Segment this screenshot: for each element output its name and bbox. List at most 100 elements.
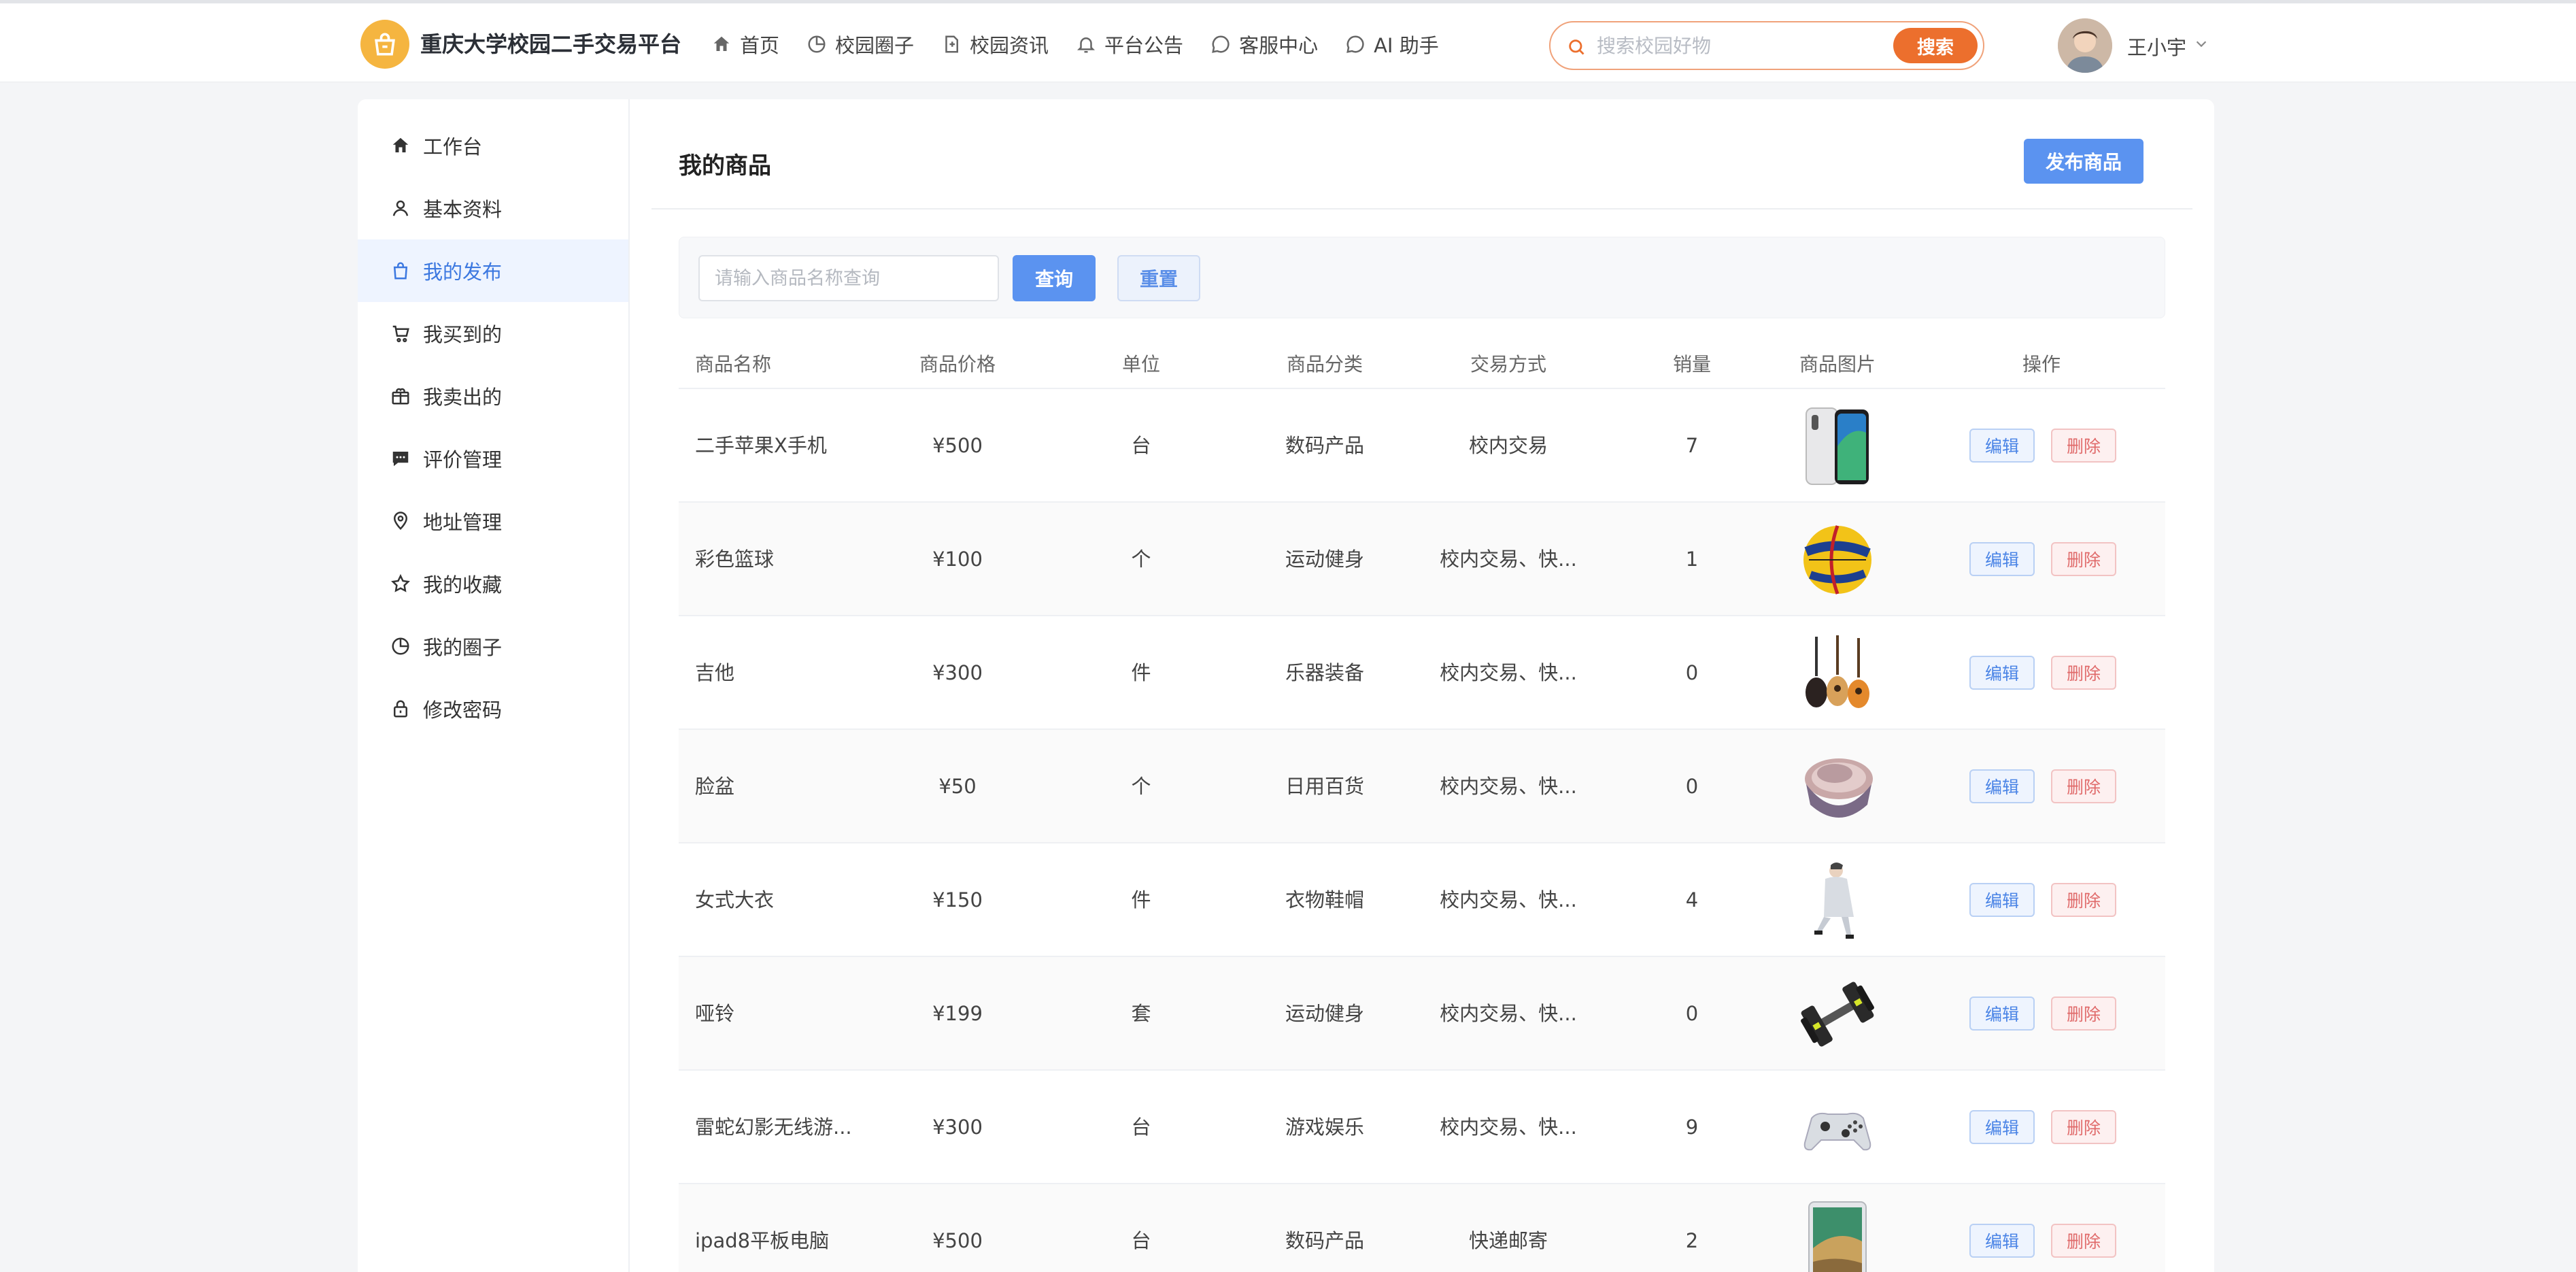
sales-count-cell: 9 [1685,1116,1699,1139]
sales-count-cell: 7 [1685,434,1699,457]
search-button[interactable]: 搜索 [1893,28,1978,63]
product-name-cell: 脸盆 [695,775,735,798]
bell-icon [1077,37,1096,53]
user-name[interactable]: 王小宇 [2127,32,2186,61]
sidebar-item-address[interactable]: 地址管理 [358,490,628,552]
edit-button[interactable]: 编辑 [1969,1110,2035,1144]
column-header-trade-method: 交易方式 [1470,353,1546,375]
table-row: 女式大衣 ¥150 件 衣物鞋帽 校内交易、快... 4 编辑 删除 [679,843,2165,957]
edit-button[interactable]: 编辑 [1969,883,2035,917]
table-row: 哑铃 ¥199 套 运动健身 校内交易、快... 0 编辑 删除 [679,957,2165,1071]
delete-button[interactable]: 删除 [2051,769,2116,803]
page-title: 我的商品 [679,152,771,180]
avatar[interactable] [2058,18,2112,73]
column-header-name: 商品名称 [695,353,772,375]
delete-button[interactable]: 删除 [2051,997,2116,1031]
sidebar-item-bought[interactable]: 我买到的 [358,302,628,365]
product-name-cell: 吉他 [695,661,735,684]
sidebar-item-label: 我的发布 [423,261,503,284]
sidebar-item-reviews[interactable]: 评价管理 [358,427,628,490]
iphone-image[interactable] [1797,405,1878,487]
sales-count-cell: 0 [1685,775,1699,798]
sales-count-cell: 0 [1685,1002,1699,1025]
chevron-down-icon[interactable] [2194,36,2209,51]
product-unit-cell: 台 [1131,1116,1151,1139]
filter-bar: 查询 重置 [679,237,2165,318]
delete-button[interactable]: 删除 [2051,1110,2116,1144]
nav-item-ai-assistant[interactable]: AI 助手 [1345,28,1439,61]
delete-button[interactable]: 删除 [2051,542,2116,576]
trade-method-cell: 校内交易 [1468,434,1548,457]
delete-button[interactable]: 删除 [2051,883,2116,917]
column-header-price: 商品价格 [919,353,996,375]
sidebar-item-favorites[interactable]: 我的收藏 [358,552,628,615]
product-category-cell: 游戏娱乐 [1285,1116,1364,1139]
sidebar-item-my-posts[interactable]: 我的发布 [358,239,628,302]
edit-button[interactable]: 编辑 [1969,656,2035,690]
edit-button[interactable]: 编辑 [1969,429,2035,463]
sidebar-item-dashboard[interactable]: 工作台 [358,114,628,177]
dumbbell-image[interactable] [1797,973,1878,1055]
sidebar-item-sold[interactable]: 我卖出的 [358,365,628,427]
product-unit-cell: 个 [1131,775,1151,798]
column-header-image: 商品图片 [1799,353,1876,375]
ipad-image[interactable] [1797,1201,1878,1272]
chat-bubble-icon [1346,35,1364,53]
table-row: 彩色篮球 ¥100 个 运动健身 校内交易、快... 1 编辑 删除 [679,503,2165,616]
guitar-image[interactable] [1797,633,1878,714]
nav-item-circle[interactable]: 校园圈子 [807,28,914,61]
column-header-category: 商品分类 [1286,353,1363,375]
nav-item-announcement[interactable]: 平台公告 [1076,28,1183,61]
product-price-cell: ¥500 [932,434,983,457]
sidebar: 工作台 基本资料 我的发布 我买到的 我卖出的 评价管理 地址管理 我的收藏 我… [358,99,630,1272]
edit-button[interactable]: 编辑 [1969,542,2035,576]
edit-button[interactable]: 编辑 [1969,1224,2035,1258]
gamepad-image[interactable] [1797,1087,1878,1169]
sidebar-item-change-password[interactable]: 修改密码 [358,677,628,740]
user-icon [392,200,409,216]
basketball-image[interactable] [1797,519,1878,601]
nav-item-label: 首页 [740,34,780,57]
search-input[interactable] [1597,31,1869,61]
sidebar-item-profile[interactable]: 基本资料 [358,177,628,239]
product-unit-cell: 台 [1131,434,1151,457]
edit-button[interactable]: 编辑 [1969,769,2035,803]
shopping-bag-icon [393,262,408,280]
reset-button[interactable]: 重置 [1117,255,1200,301]
product-price-cell: ¥300 [932,661,983,684]
product-unit-cell: 件 [1131,888,1151,911]
product-price-cell: ¥500 [932,1229,983,1252]
nav-item-home[interactable]: 首页 [711,28,779,61]
nav-item-news[interactable]: 校园资讯 [941,28,1049,61]
cart-icon [392,325,409,343]
delete-button[interactable]: 删除 [2051,1224,2116,1258]
trade-method-cell: 校内交易、快... [1440,1002,1577,1025]
table-header: 商品名称 商品价格 单位 商品分类 交易方式 销量 商品图片 操作 [679,340,2165,389]
gift-box-icon [392,388,409,405]
delete-button[interactable]: 删除 [2051,656,2116,690]
sidebar-item-my-circles[interactable]: 我的圈子 [358,615,628,677]
trade-method-cell: 校内交易、快... [1440,888,1577,911]
comment-icon [392,452,409,467]
coat-image[interactable] [1797,860,1878,941]
product-unit-cell: 件 [1131,661,1151,684]
home-icon [392,137,409,152]
table-row: 脸盆 ¥50 个 日用百货 校内交易、快... 0 编辑 删除 [679,730,2165,843]
sidebar-item-label: 修改密码 [423,699,503,722]
edit-button[interactable]: 编辑 [1969,997,2035,1031]
query-button[interactable]: 查询 [1013,255,1096,301]
publish-product-button[interactable]: 发布商品 [2024,139,2143,184]
table-row: 雷蛇幻影无线游... ¥300 台 游戏娱乐 校内交易、快... 9 编辑 删除 [679,1071,2165,1184]
product-name-cell: 彩色篮球 [695,548,775,571]
nav-item-service[interactable]: 客服中心 [1210,28,1318,61]
nav-item-label: 校园资讯 [970,34,1049,57]
delete-button[interactable]: 删除 [2051,429,2116,463]
product-name-cell: 哑铃 [695,1002,735,1025]
logo-basket-icon[interactable] [360,20,409,69]
product-unit-cell: 个 [1131,548,1151,571]
lock-icon [394,700,407,718]
product-name-search-input[interactable] [698,255,999,301]
brand-title[interactable]: 重庆大学校园二手交易平台 [420,28,681,61]
main-nav: 首页 校园圈子 校园资讯 平台公告 客服中心 AI 助手 [711,28,1466,61]
basin-image[interactable] [1797,746,1878,828]
